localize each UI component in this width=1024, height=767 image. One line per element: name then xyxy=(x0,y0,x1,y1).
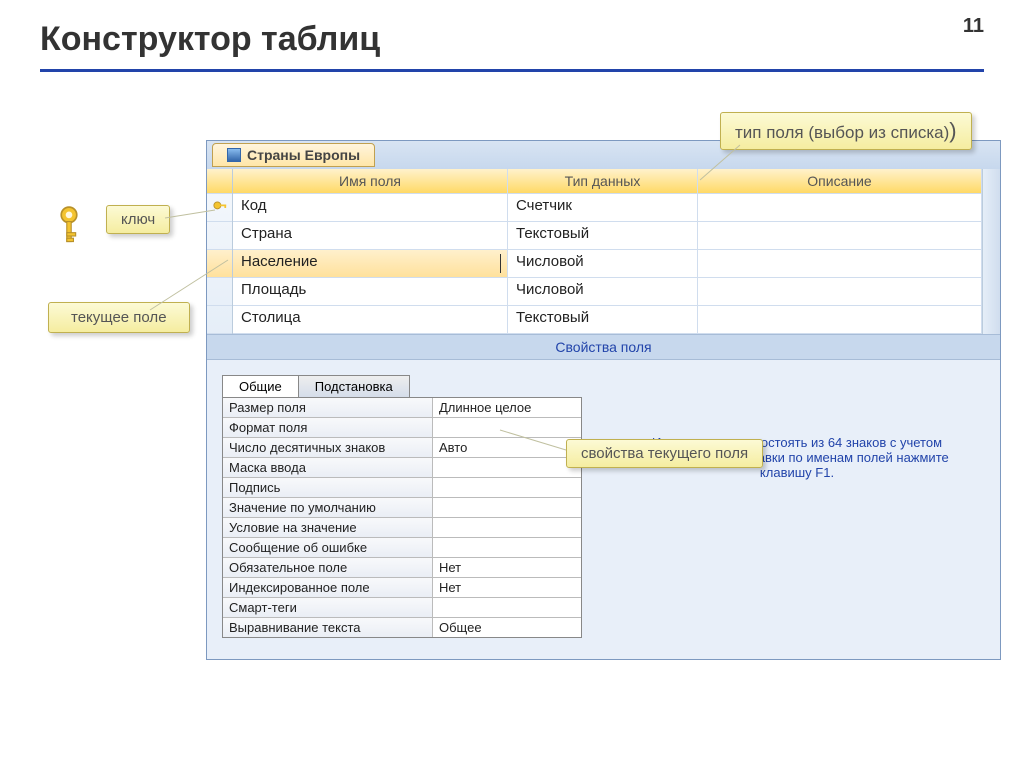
row-selector[interactable] xyxy=(207,194,232,222)
column-header-desc[interactable]: Описание xyxy=(698,169,982,194)
property-value[interactable]: Нет xyxy=(433,558,581,577)
field-row-current: Население Числовой xyxy=(233,250,982,278)
property-label: Смарт-теги xyxy=(223,598,433,617)
key-icon xyxy=(213,201,227,215)
property-row: Значение по умолчанию xyxy=(223,498,581,518)
callout-current-props: свойства текущего поля xyxy=(566,439,763,468)
field-name-cell[interactable]: Страна xyxy=(233,222,508,250)
property-row: Число десятичных знаковАвто xyxy=(223,438,581,458)
property-row: Обязательное полеНет xyxy=(223,558,581,578)
scrollbar[interactable] xyxy=(982,169,1000,334)
property-value[interactable]: Нет xyxy=(433,578,581,597)
grid-header: Имя поля Тип данных Описание xyxy=(233,169,982,194)
field-row: Код Счетчик xyxy=(233,194,982,222)
field-row: Столица Текстовый xyxy=(233,306,982,334)
property-value[interactable] xyxy=(433,498,581,517)
row-selector[interactable] xyxy=(207,306,232,334)
property-value[interactable]: Авто xyxy=(433,438,581,457)
property-value[interactable]: Длинное целое xyxy=(433,398,581,417)
slide-number: 11 xyxy=(963,15,984,38)
property-label: Формат поля xyxy=(223,418,433,437)
row-selector-column xyxy=(207,169,233,334)
property-grid: Размер поляДлинное целоеФормат поляЧисло… xyxy=(222,397,582,638)
field-type-cell[interactable]: Числовой xyxy=(508,278,698,306)
field-name-cell[interactable]: Код xyxy=(233,194,508,222)
property-row: Подпись xyxy=(223,478,581,498)
property-value[interactable] xyxy=(433,458,581,477)
field-grid: Имя поля Тип данных Описание Код Счетчик… xyxy=(207,169,1000,334)
callout-current-field: текущее поле xyxy=(48,302,190,333)
field-desc-cell[interactable] xyxy=(698,194,982,222)
property-label: Сообщение об ошибке xyxy=(223,538,433,557)
slide-title: Конструктор таблиц xyxy=(40,20,984,59)
field-type-cell[interactable]: Текстовый xyxy=(508,222,698,250)
table-designer-window: Страны Европы Имя поля Тип данных Описан… xyxy=(206,140,1001,660)
slide-header: Конструктор таблиц 11 xyxy=(0,0,1024,64)
column-header-type[interactable]: Тип данных xyxy=(508,169,698,194)
row-selector[interactable] xyxy=(207,222,232,250)
property-value[interactable] xyxy=(433,538,581,557)
property-row: Условие на значение xyxy=(223,518,581,538)
properties-title: Свойства поля xyxy=(207,334,1000,360)
tab-lookup[interactable]: Подстановка xyxy=(298,375,410,397)
divider xyxy=(40,69,984,72)
property-label: Размер поля xyxy=(223,398,433,417)
property-label: Выравнивание текста xyxy=(223,618,433,637)
callout-key: ключ xyxy=(106,205,170,234)
grid-body: Имя поля Тип данных Описание Код Счетчик… xyxy=(233,169,982,334)
key-icon xyxy=(55,206,83,246)
row-selector[interactable] xyxy=(207,278,232,306)
property-label: Индексированное поле xyxy=(223,578,433,597)
property-label: Условие на значение xyxy=(223,518,433,537)
field-row: Площадь Числовой xyxy=(233,278,982,306)
property-value[interactable] xyxy=(433,598,581,617)
property-label: Обязательное поле xyxy=(223,558,433,577)
table-icon xyxy=(227,148,241,162)
property-row: Сообщение об ошибке xyxy=(223,538,581,558)
field-row: Страна Текстовый xyxy=(233,222,982,250)
property-row: Индексированное полеНет xyxy=(223,578,581,598)
property-value[interactable] xyxy=(433,418,581,437)
field-name-cell[interactable]: Столица xyxy=(233,306,508,334)
properties-area: Общие Подстановка Размер поляДлинное цел… xyxy=(207,360,1000,638)
row-selector[interactable] xyxy=(207,250,232,278)
property-value[interactable] xyxy=(433,518,581,537)
property-label: Число десятичных знаков xyxy=(223,438,433,457)
property-row: Формат поля xyxy=(223,418,581,438)
property-tabs: Общие Подстановка xyxy=(222,375,582,397)
property-row: Смарт-теги xyxy=(223,598,581,618)
gutter-header[interactable] xyxy=(207,169,232,194)
field-desc-cell[interactable] xyxy=(698,250,982,278)
property-row: Выравнивание текстаОбщее xyxy=(223,618,581,637)
column-header-name[interactable]: Имя поля xyxy=(233,169,508,194)
tab-title: Страны Европы xyxy=(247,147,360,163)
property-row: Маска ввода xyxy=(223,458,581,478)
properties-panel: Общие Подстановка Размер поляДлинное цел… xyxy=(222,375,582,638)
field-type-cell[interactable]: Счетчик xyxy=(508,194,698,222)
callout-field-type: тип поля (выбор из списка)) xyxy=(720,112,972,150)
field-name-cell[interactable]: Население xyxy=(233,250,508,278)
tab-general[interactable]: Общие xyxy=(222,375,299,397)
property-label: Значение по умолчанию xyxy=(223,498,433,517)
field-type-cell[interactable]: Текстовый xyxy=(508,306,698,334)
property-row: Размер поляДлинное целое xyxy=(223,398,581,418)
property-label: Маска ввода xyxy=(223,458,433,477)
field-desc-cell[interactable] xyxy=(698,222,982,250)
property-value[interactable] xyxy=(433,478,581,497)
property-value[interactable]: Общее xyxy=(433,618,581,637)
field-name-cell[interactable]: Площадь xyxy=(233,278,508,306)
property-label: Подпись xyxy=(223,478,433,497)
field-desc-cell[interactable] xyxy=(698,278,982,306)
field-desc-cell[interactable] xyxy=(698,306,982,334)
table-tab[interactable]: Страны Европы xyxy=(212,143,375,167)
field-type-cell[interactable]: Числовой xyxy=(508,250,698,278)
